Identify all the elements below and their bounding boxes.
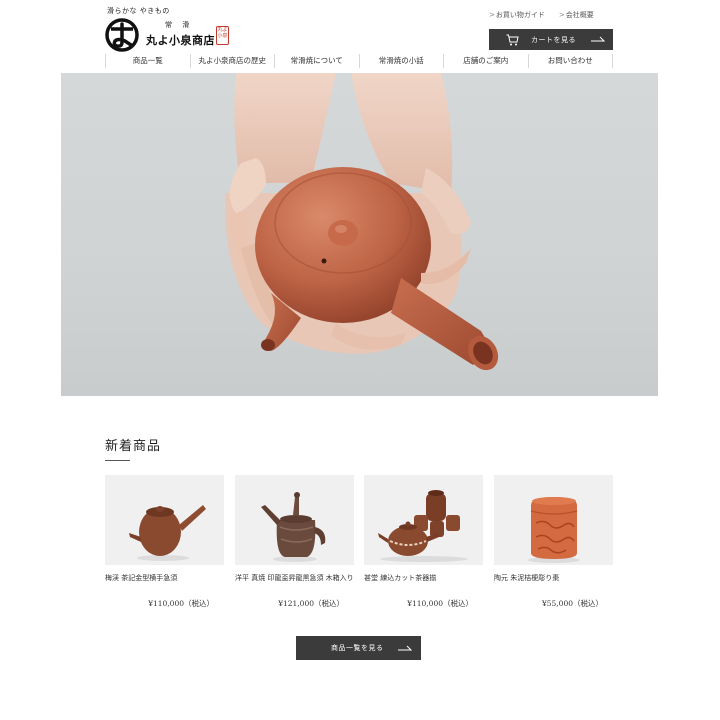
view-cart-label: カートを見る bbox=[531, 35, 576, 44]
product-image bbox=[494, 475, 613, 565]
arrow-right-icon bbox=[398, 645, 412, 651]
product-card[interactable]: 梅渓 茶記金型横手急須 ¥110,000（税込） bbox=[105, 475, 224, 609]
guide-link[interactable]: >お買い物ガイド bbox=[489, 10, 545, 20]
arrow-right-icon bbox=[591, 36, 605, 42]
guide-link-label: お買い物ガイド bbox=[495, 11, 545, 19]
product-price: ¥110,000（税込） bbox=[148, 599, 214, 608]
link-arrow: > bbox=[558, 11, 565, 19]
product-price: ¥110,000（税込） bbox=[407, 599, 473, 608]
view-all-products-button[interactable]: 商品一覧を見る bbox=[296, 636, 421, 660]
nav-item-tokoname-ware[interactable]: 常滑焼について bbox=[274, 54, 359, 68]
new-arrivals-title: 新着商品 bbox=[105, 439, 162, 454]
utility-links: >お買い物ガイド >会社概要 bbox=[489, 10, 594, 20]
nav-item-history[interactable]: 丸よ小泉商店の歴史 bbox=[189, 54, 275, 68]
product-grid: 梅渓 茶記金型横手急須 ¥110,000（税込） 洋平 真焼 印龍盃昇龍黒急須 … bbox=[105, 475, 613, 615]
hero-teapot-hands-image bbox=[225, 73, 499, 371]
section-divider bbox=[105, 460, 130, 461]
product-card[interactable]: 陶元 朱泥桔梗彫り棗 ¥55,000（税込） bbox=[494, 475, 613, 609]
cart-icon bbox=[506, 34, 519, 45]
product-card[interactable]: 洋平 真焼 印龍盃昇龍黒急須 木箱入り ¥121,000（税込） bbox=[235, 475, 354, 609]
product-name: 梅渓 茶記金型横手急須 bbox=[105, 574, 178, 582]
product-name: 陶元 朱泥桔梗彫り棗 bbox=[494, 574, 560, 582]
nav-item-products[interactable]: 商品一覧 bbox=[105, 54, 190, 68]
nav-item-store-info[interactable]: 店舗のご案内 bbox=[443, 54, 528, 68]
company-link[interactable]: >会社概要 bbox=[559, 10, 594, 20]
logo-mark-icon bbox=[105, 18, 139, 52]
view-all-products-label: 商品一覧を見る bbox=[331, 644, 384, 652]
dragon-teapot-image bbox=[235, 475, 354, 565]
global-nav: 商品一覧 丸よ小泉商店の歴史 常滑焼について 常滑焼の小話 店舗のご案内 お問い… bbox=[105, 54, 613, 68]
view-cart-button[interactable]: カートを見る bbox=[489, 29, 613, 50]
link-arrow: > bbox=[489, 11, 495, 19]
product-image bbox=[235, 475, 354, 565]
product-card[interactable]: 甚堂 練込カット茶器揃 ¥110,000（税込） bbox=[364, 475, 483, 609]
side-handle-teapot-image bbox=[105, 475, 224, 565]
product-image bbox=[105, 475, 224, 565]
tea-set-image bbox=[364, 475, 483, 565]
site-header: 滑らかな やきもの 常 滑 丸よ小泉商店 丸よ 小泉 >お買い物ガイド >会社概… bbox=[0, 0, 720, 70]
nav-item-contact[interactable]: お問い合わせ bbox=[527, 54, 613, 68]
product-price: ¥121,000（税込） bbox=[278, 599, 344, 608]
product-price: ¥55,000（税込） bbox=[541, 599, 603, 608]
hero-image bbox=[61, 73, 658, 396]
logo-seal: 丸よ 小泉 bbox=[216, 26, 229, 45]
logo-tagline: 滑らかな やきもの bbox=[107, 7, 170, 15]
company-link-label: 会社概要 bbox=[565, 11, 594, 19]
carved-tea-caddy-image bbox=[494, 475, 613, 565]
nav-item-stories[interactable]: 常滑焼の小話 bbox=[358, 54, 444, 68]
logo-region-text: 常 滑 bbox=[165, 21, 194, 29]
product-name: 甚堂 練込カット茶器揃 bbox=[364, 574, 437, 582]
shop-logo[interactable]: 滑らかな やきもの 常 滑 丸よ小泉商店 丸よ 小泉 bbox=[105, 6, 240, 52]
logo-shop-name: 丸よ小泉商店 bbox=[146, 34, 215, 47]
product-image bbox=[364, 475, 483, 565]
product-name: 洋平 真焼 印龍盃昇龍黒急須 木箱入り bbox=[235, 574, 354, 582]
